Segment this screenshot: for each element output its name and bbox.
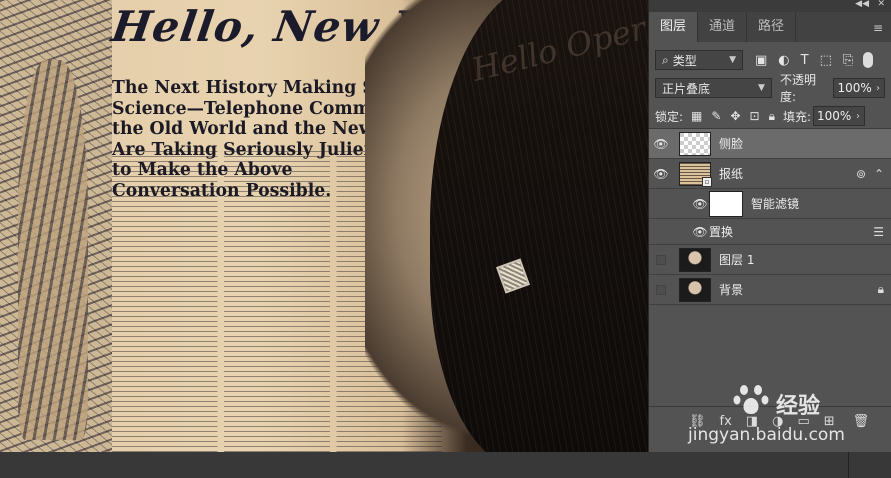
art-nouveau-illustration	[0, 0, 112, 452]
document-canvas[interactable]: Hello, New York? This I The Next History…	[0, 0, 648, 452]
filter-row: ⌕ 类型 ▼ ▣ ◐ T ⬚ ⎘	[649, 46, 891, 74]
panel-menu-icon[interactable]: ≡	[873, 21, 883, 35]
smart-filter-mask-thumbnail	[709, 190, 743, 217]
fill-input[interactable]: 100% ›	[813, 106, 866, 126]
lock-icon: 🔒︎	[877, 282, 884, 296]
new-group-icon[interactable]: ▭	[797, 414, 809, 429]
smart-filter-name: 智能滤镜	[751, 197, 800, 211]
lock-row: 锁定: ▦ ✎ ✥ ⊡ 🔒︎ 填充: 100% ›	[649, 102, 891, 130]
opacity-input[interactable]: 100% ›	[833, 78, 885, 98]
chevron-down-icon: ▼	[729, 55, 736, 65]
lock-all-icon[interactable]: 🔒︎	[769, 109, 775, 124]
layer-thumbnail	[679, 247, 711, 272]
status-bar	[0, 452, 891, 478]
visibility-toggle-off[interactable]	[649, 254, 673, 265]
opacity-value: 100%	[837, 81, 872, 95]
lock-label: 锁定:	[655, 109, 684, 124]
visibility-toggle-off[interactable]	[649, 284, 673, 295]
collapse-filters-icon[interactable]: ⌃	[874, 167, 884, 181]
filter-name: 置换	[709, 225, 734, 239]
panel-tabs: 图层 通道 路径 ≡	[649, 12, 891, 42]
layer-name: 背景	[719, 283, 744, 297]
layer-row[interactable]: 👁︎ 侧脸	[649, 129, 891, 159]
filter-icons: ▣ ◐ T ⬚ ⎘	[755, 53, 853, 68]
filter-options-icon[interactable]: ☰	[873, 225, 884, 239]
link-layers-icon[interactable]: ⛓	[689, 414, 706, 429]
layer-name: 侧脸	[719, 137, 744, 151]
fx-icon[interactable]: fx	[720, 414, 732, 429]
layer-list: 👁︎ 侧脸 👁︎ ▫ 报纸 ⊚ ⌃ 👁︎ 智能滤镜 👁︎ 置换 ☰ 图层 1 背…	[649, 128, 891, 305]
chevron-right-icon: ›	[856, 110, 861, 122]
lock-artboard-icon[interactable]: ⊡	[750, 109, 760, 124]
opacity-label: 不透明度:	[779, 73, 816, 104]
layer-filter-dropdown[interactable]: ⌕ 类型 ▼	[655, 50, 743, 70]
lock-transparency-icon[interactable]: ▦	[691, 109, 702, 124]
lock-pixels-icon[interactable]: ✎	[711, 109, 721, 124]
panel-footer: ⛓ fx ◨ ◑ ▭ ⊞ 🗑︎	[649, 406, 891, 436]
layer-name: 报纸	[719, 167, 744, 181]
fill-label: 填充:	[782, 109, 812, 124]
blend-mode-value: 正片叠底	[662, 81, 711, 96]
panel-header-strip: ◀◀ ✕	[649, 0, 891, 12]
tab-layers[interactable]: 图层	[649, 12, 699, 42]
layer-row[interactable]: 背景 🔒︎	[649, 275, 891, 305]
lock-position-icon[interactable]: ✥	[730, 109, 740, 124]
add-mask-icon[interactable]: ◨	[746, 414, 758, 429]
chevron-right-icon: ›	[876, 82, 880, 94]
eye-icon[interactable]: 👁︎	[649, 167, 673, 181]
layers-panel: ◀◀ ✕ 图层 通道 路径 ≡ ⌕ 类型 ▼ ▣ ◐ T ⬚ ⎘ 正片叠底 ▼ …	[648, 0, 891, 452]
pixel-filter-icon[interactable]: ▣	[755, 53, 767, 68]
shape-filter-icon[interactable]: ⬚	[820, 53, 832, 68]
layer-thumbnail	[679, 131, 711, 156]
adjustment-filter-icon[interactable]: ◐	[778, 53, 789, 68]
filter-toggle-icon[interactable]	[863, 52, 874, 68]
fill-value: 100%	[817, 109, 852, 123]
filter-row-displace[interactable]: 👁︎ 置换 ☰	[649, 219, 891, 245]
blend-mode-dropdown[interactable]: 正片叠底 ▼	[655, 78, 772, 98]
eye-icon[interactable]: 👁︎	[691, 225, 709, 239]
eye-icon[interactable]: 👁︎	[691, 197, 709, 211]
lock-icons: ▦ ✎ ✥ ⊡ 🔒︎	[691, 109, 775, 124]
layer-thumbnail	[679, 277, 711, 302]
eye-icon[interactable]: 👁︎	[649, 137, 673, 151]
smart-object-filter-icon[interactable]: ⎘	[843, 53, 853, 68]
smart-object-icon: ▫	[702, 176, 712, 187]
chevron-down-icon: ▼	[758, 83, 765, 93]
layer-filter-value: 类型	[672, 53, 697, 68]
search-icon: ⌕	[662, 52, 669, 67]
type-filter-icon[interactable]: T	[801, 53, 809, 68]
status-separator	[848, 452, 849, 478]
trash-icon[interactable]: 🗑︎	[853, 414, 870, 429]
tab-channels[interactable]: 通道	[698, 12, 748, 42]
photoshop-window: Hello, New York? This I The Next History…	[0, 0, 891, 478]
blend-row: 正片叠底 ▼ 不透明度: 100% ›	[649, 73, 891, 104]
collapse-panel-icon[interactable]: ◀◀	[855, 0, 869, 9]
smart-filter-row[interactable]: 👁︎ 智能滤镜	[649, 189, 891, 219]
layer-thumbnail: ▫	[679, 161, 712, 187]
adjustment-layer-icon[interactable]: ◑	[772, 414, 783, 429]
illustration-figure	[18, 60, 88, 440]
layer-name: 图层 1	[719, 253, 755, 267]
layer-row[interactable]: 👁︎ ▫ 报纸 ⊚ ⌃	[649, 159, 891, 189]
smart-filter-badge-icon[interactable]: ⊚	[856, 167, 866, 181]
close-panel-icon[interactable]: ✕	[877, 0, 885, 9]
layer-row[interactable]: 图层 1	[649, 245, 891, 275]
new-layer-icon[interactable]: ⊞	[824, 414, 835, 429]
tab-paths[interactable]: 路径	[747, 12, 797, 42]
